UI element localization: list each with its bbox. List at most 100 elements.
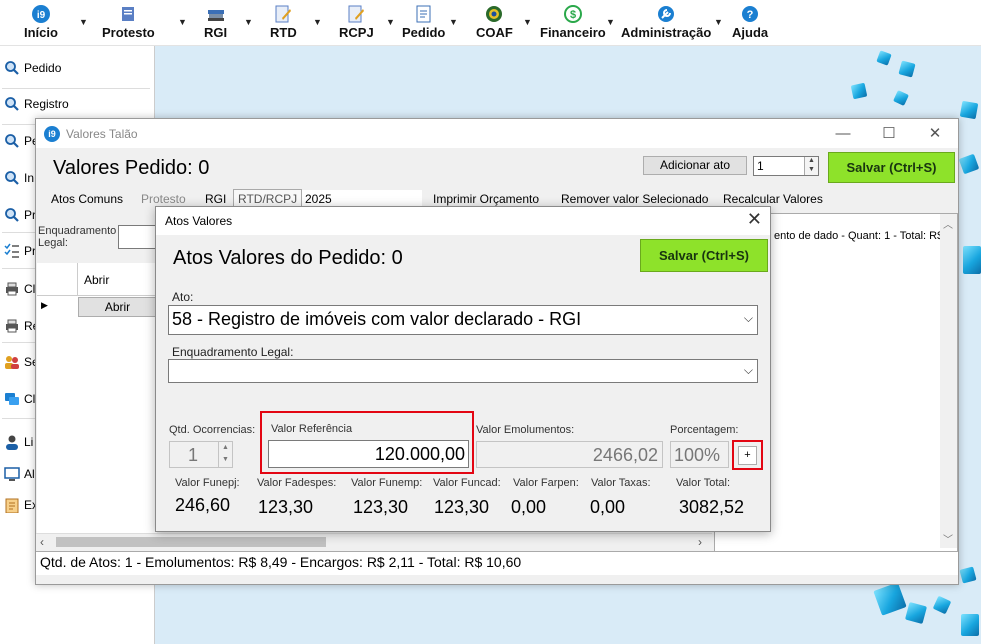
enquadramento-label: Enquadramento: [38, 225, 117, 237]
tab-atos-comuns[interactable]: Atos Comuns: [51, 192, 123, 206]
maximize-icon[interactable]: ☐: [866, 119, 912, 148]
sidenav-item[interactable]: Li: [4, 434, 33, 450]
act-summary-text: ento de dado - Quant: 1 - Total: R$: [774, 230, 944, 242]
minimize-icon[interactable]: —: [820, 119, 866, 148]
row-pointer-icon: ▶: [41, 300, 48, 310]
sidenav-item[interactable]: Registro: [4, 96, 69, 112]
vertical-scrollbar[interactable]: ︿ ﹀: [940, 214, 957, 548]
i9-logo-icon: i9: [31, 4, 51, 24]
scroll-down-icon[interactable]: ﹀: [943, 531, 953, 546]
sidenav-item[interactable]: In: [4, 170, 34, 186]
ribbon-label: Protesto: [102, 25, 155, 40]
svg-text:?: ?: [747, 9, 754, 21]
sidenav-item[interactable]: Pr: [4, 207, 36, 223]
sidenav-item[interactable]: Ex: [4, 497, 38, 514]
chevron-down-icon[interactable]: ▼: [714, 17, 723, 27]
dialog-save-button[interactable]: Salvar (Ctrl+S): [640, 239, 768, 272]
scroll-left-icon[interactable]: ‹: [40, 535, 44, 549]
ribbon-inicio[interactable]: i9 Início: [24, 4, 58, 40]
quantity-stepper[interactable]: 1 ▲ ▼: [753, 156, 819, 176]
add-act-button[interactable]: Adicionar ato: [643, 156, 747, 175]
sidenav-item[interactable]: Al: [4, 466, 35, 482]
sidenav-item[interactable]: Cl: [4, 391, 35, 407]
qtd-ocorrencias-stepper[interactable]: 1 ▲ ▼: [169, 441, 233, 468]
fee-label: Valor Total:: [676, 477, 731, 489]
scroll-up-icon[interactable]: ︿: [943, 216, 953, 231]
chevron-down-icon[interactable]: ▼: [523, 17, 532, 27]
ribbon-rtd[interactable]: RTD: [270, 4, 297, 40]
chevron-down-icon[interactable]: ▼: [313, 17, 322, 27]
checklist-icon: [4, 243, 20, 259]
ribbon-label: Financeiro: [540, 25, 606, 40]
enquadramento-field[interactable]: [118, 225, 158, 249]
ribbon-label: RTD: [270, 25, 297, 40]
enquadramento-legal-select[interactable]: ⌵: [168, 359, 758, 383]
ato-select[interactable]: 58 - Registro de imóveis com valor decla…: [168, 305, 758, 335]
ribbon-administracao[interactable]: Administração: [621, 4, 711, 40]
chevron-down-icon[interactable]: ▼: [606, 17, 615, 27]
dollar-circle-icon: $: [563, 4, 583, 24]
pencil-document-icon: [273, 4, 293, 24]
spin-down-icon[interactable]: ▼: [804, 166, 818, 175]
add-percentage-button[interactable]: +: [738, 446, 757, 465]
print-budget-button[interactable]: Imprimir Orçamento: [433, 192, 539, 206]
ribbon-rcpj[interactable]: RCPJ: [339, 4, 374, 40]
ato-label: Ato:: [172, 290, 194, 304]
chevron-down-icon[interactable]: ▼: [178, 17, 187, 27]
sidenav-item[interactable]: Pedido: [4, 60, 61, 76]
chevron-down-icon[interactable]: ▼: [244, 17, 253, 27]
dialog-title: Atos Valores: [165, 214, 233, 228]
sidenav-item[interactable]: Pe: [4, 133, 39, 149]
quantity-value: 1: [757, 159, 764, 173]
pencil-document-icon: [346, 4, 366, 24]
decorative-cube: [893, 90, 909, 106]
ribbon-financeiro[interactable]: $ Financeiro: [540, 4, 606, 40]
chevron-down-icon[interactable]: ▼: [449, 17, 458, 27]
tab-protesto[interactable]: Protesto: [141, 192, 186, 206]
chevron-down-icon: ⌵: [743, 363, 753, 377]
search-icon: [4, 207, 20, 223]
fee-value: 0,00: [511, 497, 547, 517]
recalculate-button[interactable]: Recalcular Valores: [723, 192, 823, 206]
window-header: Valores Pedido: 0 Adicionar ato 1 ▲ ▼ Sa…: [36, 149, 958, 187]
save-button[interactable]: Salvar (Ctrl+S): [828, 152, 955, 183]
grid-column-header[interactable]: Abrir: [84, 273, 109, 287]
edit-document-icon: [414, 4, 434, 24]
window-titlebar: i9 Valores Talão — ☐ ✕: [36, 119, 958, 148]
ribbon-label: Início: [24, 25, 58, 40]
decorative-cube: [873, 582, 907, 616]
tab-rgi[interactable]: RGI: [205, 192, 226, 206]
divider: [2, 88, 150, 89]
sidenav-item[interactable]: Se: [4, 354, 39, 370]
fee-label: Valor Funcad:: [433, 477, 501, 489]
ribbon-ajuda[interactable]: ? Ajuda: [732, 4, 768, 40]
fee-label: Valor Funepj:: [175, 477, 240, 489]
sidenav-label: Cl: [24, 392, 36, 406]
sidenav-item[interactable]: Pr: [4, 243, 36, 259]
ribbon-pedido[interactable]: Pedido: [402, 4, 445, 40]
ribbon-rgi[interactable]: RGI: [204, 4, 227, 40]
sidenav-item[interactable]: Cl: [4, 281, 35, 297]
ribbon-coaf[interactable]: COAF: [476, 4, 513, 40]
dialog-heading: Atos Valores do Pedido: 0: [173, 247, 403, 269]
spin-down-icon[interactable]: ▼: [218, 454, 232, 467]
horizontal-scrollbar[interactable]: ‹ ›: [36, 533, 712, 550]
help-icon: ?: [740, 4, 760, 24]
dialog-titlebar: Atos Valores ✕: [156, 207, 770, 235]
spin-up-icon[interactable]: ▲: [804, 157, 818, 166]
fee-label: Valor Fadespes:: [257, 477, 337, 489]
open-button[interactable]: Abrir: [78, 297, 157, 317]
close-icon[interactable]: ✕: [912, 119, 958, 148]
close-icon[interactable]: ✕: [747, 209, 762, 230]
sidenav-label: Li: [24, 435, 34, 449]
decorative-cube: [850, 82, 868, 100]
remove-selected-button[interactable]: Remover valor Selecionado: [561, 192, 708, 206]
chevron-down-icon[interactable]: ▼: [386, 17, 395, 27]
decorative-cube: [959, 100, 979, 120]
scroll-right-icon[interactable]: ›: [698, 535, 702, 549]
valor-referencia-input[interactable]: 120.000,00: [268, 440, 469, 468]
ribbon-protesto[interactable]: Protesto: [102, 4, 155, 40]
decorative-cube: [904, 601, 928, 625]
scroll-thumb[interactable]: [56, 537, 326, 547]
chevron-down-icon[interactable]: ▼: [79, 17, 88, 27]
